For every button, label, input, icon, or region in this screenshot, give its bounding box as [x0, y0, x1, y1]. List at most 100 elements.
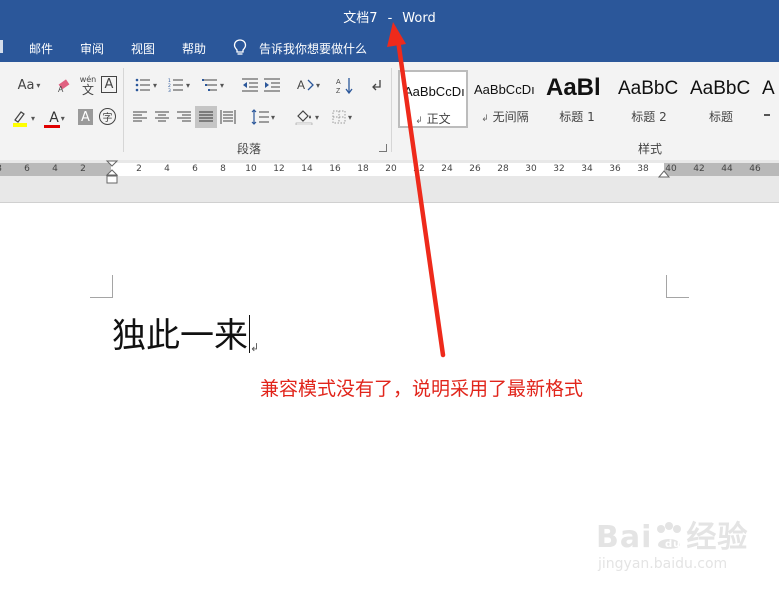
borders-button[interactable]: ▾ — [327, 107, 357, 127]
svg-text:Z: Z — [336, 88, 341, 94]
ribbon: Aa ▾ A wén 文 A ▾ A ▾ A 字 ▾ 123 ▾ ▾ A ▾ A… — [0, 62, 779, 161]
paint-bucket-icon — [295, 110, 313, 125]
change-case-button[interactable]: Aa ▾ — [14, 75, 44, 95]
font-color-glyph: A — [49, 110, 59, 126]
line-spacing-icon — [251, 109, 269, 125]
align-right-icon — [177, 111, 191, 122]
paragraph-dialog-launcher[interactable] — [379, 144, 387, 152]
character-shading-button[interactable]: A — [78, 109, 93, 125]
phonetic-guide-button[interactable]: wén 文 — [78, 73, 98, 97]
app-name: Word — [402, 11, 436, 26]
watermark-brand-2: 经验 — [686, 520, 749, 555]
indent-markers[interactable] — [104, 160, 120, 186]
bullets-button[interactable]: ▾ — [131, 76, 161, 94]
paw-icon: du — [657, 522, 682, 550]
ruler-number: 16 — [329, 164, 341, 174]
multilevel-list-button[interactable]: ▾ — [198, 76, 228, 94]
horizontal-ruler[interactable]: 8642 24681012141618202224262830323436384… — [0, 160, 779, 203]
borders-icon — [332, 110, 346, 124]
style-name: 标题 — [708, 110, 733, 124]
enclose-characters-glyph: 字 — [102, 113, 113, 124]
paragraph-group-label: 段落 — [237, 142, 262, 156]
style-subtitle-partial[interactable]: A — [758, 70, 779, 128]
tab-mailings[interactable]: 邮件 — [29, 40, 53, 57]
tab-review[interactable]: 审阅 — [80, 40, 104, 57]
document-body[interactable]: 独此一来 ↲ — [112, 308, 259, 357]
phonetic-guide-char: 文 — [81, 83, 94, 97]
style-no-spacing[interactable]: AaBbCcDı ↲ 无间隔 — [470, 70, 540, 128]
margin-corner-top-left — [90, 275, 113, 298]
tab-view[interactable]: 视图 — [131, 40, 155, 57]
style-normal[interactable]: AaBbCcDı ↲ 正文 — [398, 70, 468, 128]
ruler-number: 18 — [357, 164, 369, 174]
ruler-number: 42 — [693, 164, 705, 174]
show-marks-button[interactable] — [368, 75, 386, 95]
font-color-button[interactable]: A ▾ — [42, 107, 72, 129]
group-separator — [123, 68, 124, 152]
tab-help[interactable]: 帮助 — [182, 40, 206, 57]
chevron-down-icon: ▾ — [347, 112, 352, 122]
ruler-number: 8 — [0, 163, 2, 176]
shading-button[interactable]: ▾ — [292, 107, 322, 127]
justify-button[interactable] — [195, 106, 217, 128]
character-border-glyph: A — [104, 77, 114, 92]
document-text: 独此一来 — [112, 316, 248, 356]
tell-me-box[interactable]: 告诉我你想要做什么 — [233, 38, 367, 58]
title-separator: - — [387, 11, 393, 26]
ruler-number: 2 — [80, 164, 86, 174]
highlight-button[interactable]: ▾ — [8, 107, 38, 129]
sort-button[interactable]: AZ — [335, 75, 355, 95]
ruler-number: 8 — [220, 164, 226, 174]
style-title[interactable]: AaBbC 标题 — [686, 70, 756, 128]
style-name: 标题 2 — [631, 110, 667, 124]
chevron-down-icon: ▾ — [152, 80, 157, 90]
chevron-down-icon: ▾ — [185, 80, 190, 90]
ruler-number: 36 — [609, 164, 621, 174]
align-left-button[interactable] — [131, 108, 149, 126]
style-sample: A — [762, 78, 775, 99]
clear-formatting-button[interactable]: A — [56, 75, 74, 95]
style-sample: AaBbC — [690, 78, 751, 99]
character-border-button[interactable]: A — [101, 76, 117, 93]
enclose-characters-button[interactable]: 字 — [99, 108, 116, 125]
style-heading-1[interactable]: AaBl 标题 1 — [542, 70, 612, 128]
style-heading-2[interactable]: AaBbC 标题 2 — [614, 70, 684, 128]
align-center-button[interactable] — [153, 108, 171, 126]
window-title: 文档7- Word — [0, 7, 779, 26]
style-sample: AaBbC — [618, 78, 679, 99]
tell-me-label: 告诉我你想要做什么 — [259, 41, 368, 56]
ruler-number: 4 — [164, 164, 170, 174]
watermark-brand: Bai — [596, 520, 653, 555]
ruler-number: 28 — [497, 164, 509, 174]
style-sample: AaBbCcDı — [474, 82, 535, 97]
decrease-indent-button[interactable] — [240, 76, 260, 94]
chinese-layout-button[interactable]: A ▾ — [293, 76, 323, 94]
tab-edge-fragment — [0, 40, 3, 53]
styles-gallery: AaBbCcDı ↲ 正文 AaBbCcDı ↲ 无间隔 AaBl 标题 1 A… — [398, 70, 779, 132]
ruler-number: 6 — [192, 164, 198, 174]
ruler-number: 46 — [749, 164, 761, 174]
line-spacing-button[interactable]: ▾ — [248, 107, 278, 127]
chevron-down-icon: ▾ — [270, 112, 275, 122]
bullet-list-icon — [135, 78, 150, 92]
align-right-button[interactable] — [175, 108, 193, 126]
group-separator — [391, 68, 392, 152]
font-color-swatch — [44, 125, 60, 128]
distributed-button[interactable] — [219, 108, 237, 126]
increase-indent-button[interactable] — [262, 76, 282, 94]
numbering-button[interactable]: 123 ▾ — [164, 76, 194, 94]
svg-text:A: A — [58, 85, 64, 93]
ruler-number: 4 — [52, 164, 58, 174]
change-case-label: Aa — [17, 77, 35, 93]
style-name: ↲ 正文 — [415, 112, 451, 126]
ruler-number: 12 — [273, 164, 285, 174]
ruler-number: 6 — [24, 164, 30, 174]
svg-text:A: A — [297, 78, 305, 92]
margin-corner-top-right — [666, 275, 689, 298]
ruler-number: 22 — [413, 164, 425, 174]
chevron-down-icon: ▾ — [314, 112, 319, 122]
align-left-icon — [133, 111, 147, 122]
eraser-icon: A — [58, 79, 70, 93]
lightbulb-icon — [233, 39, 247, 55]
right-indent-marker[interactable] — [657, 169, 671, 179]
